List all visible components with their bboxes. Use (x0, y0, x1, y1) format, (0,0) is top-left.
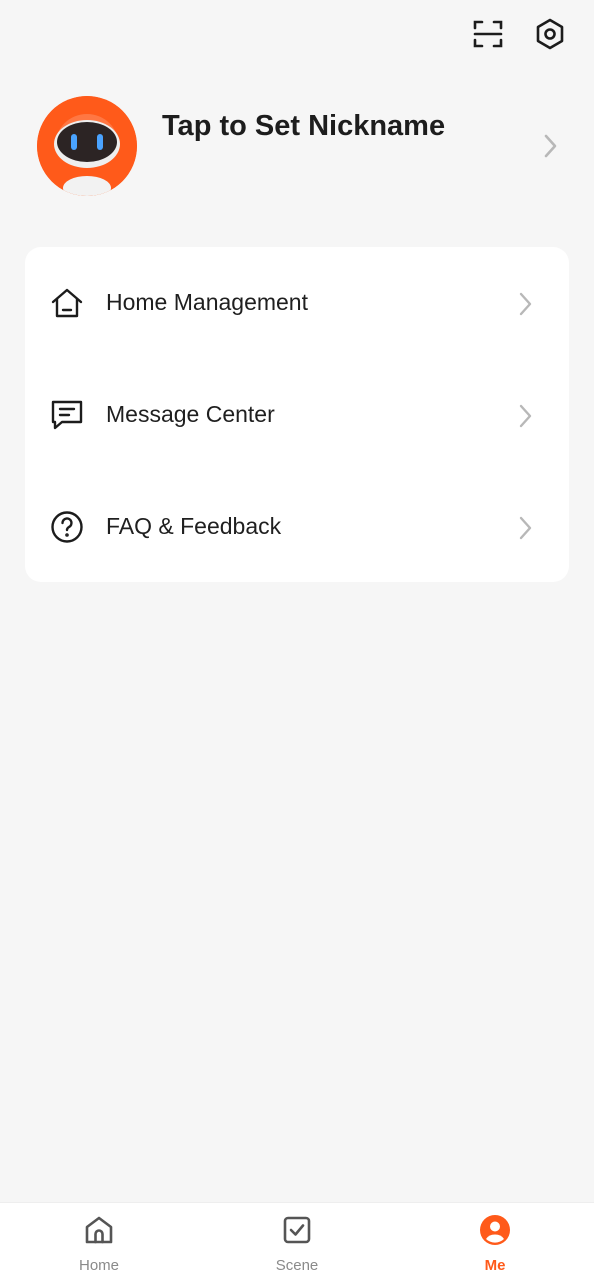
scene-checkbox-icon (280, 1213, 314, 1247)
tab-home[interactable]: Home (0, 1203, 198, 1280)
profile-row[interactable]: Tap to Set Nickname (0, 92, 594, 200)
menu-item-label: FAQ & Feedback (106, 513, 282, 539)
home-icon (82, 1213, 116, 1247)
menu-item-label: Home Management (106, 289, 308, 315)
chevron-right-icon (541, 132, 559, 165)
me-screen: Tap to Set Nickname Home Management Mess… (0, 0, 594, 1280)
question-circle-icon (49, 509, 85, 545)
scan-icon[interactable] (468, 14, 508, 54)
robot-avatar (37, 96, 137, 196)
menu-item-message-center[interactable]: Message Center (25, 359, 569, 470)
chevron-right-icon (516, 291, 534, 322)
chevron-right-icon (516, 403, 534, 434)
nickname-label[interactable]: Tap to Set Nickname (162, 110, 445, 143)
chevron-right-icon (516, 515, 534, 546)
message-icon (49, 397, 85, 433)
tab-me[interactable]: Me (396, 1203, 594, 1280)
tab-scene[interactable]: Scene (198, 1203, 396, 1280)
settings-hexagon-icon[interactable] (530, 14, 570, 54)
tab-label: Me (484, 1257, 506, 1274)
menu-item-home-management[interactable]: Home Management (25, 247, 569, 358)
tab-label: Home (78, 1257, 119, 1274)
bottom-tab-bar: Home Scene Me (0, 1202, 594, 1280)
menu-item-label: Message Center (106, 401, 275, 427)
house-icon (49, 285, 85, 321)
menu-item-faq-feedback[interactable]: FAQ & Feedback (25, 471, 569, 582)
menu-card: Home Management Message Center FAQ & Fee… (25, 247, 569, 582)
tab-label: Scene (275, 1257, 319, 1274)
person-icon (478, 1213, 512, 1247)
